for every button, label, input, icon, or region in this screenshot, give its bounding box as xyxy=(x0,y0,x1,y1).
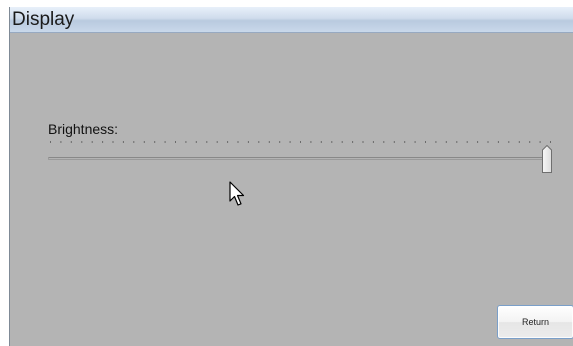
slider-tick xyxy=(331,141,333,143)
slider-tick xyxy=(216,141,218,143)
slider-tick xyxy=(133,141,135,143)
return-button[interactable]: Return xyxy=(497,305,573,339)
window-title: Display xyxy=(12,9,75,30)
slider-tick xyxy=(70,141,72,143)
slider-tick xyxy=(185,141,187,143)
slider-track[interactable] xyxy=(48,157,552,160)
slider-tick xyxy=(154,141,156,143)
slider-tick xyxy=(508,141,510,143)
slider-tick xyxy=(60,141,62,143)
slider-tick xyxy=(352,141,354,143)
slider-tick xyxy=(289,141,291,143)
slider-tick xyxy=(435,141,437,143)
display-settings-window: Display Brightness: Return xyxy=(9,7,573,346)
slider-tick xyxy=(383,141,385,143)
slider-tick xyxy=(300,141,301,143)
slider-tick xyxy=(497,141,499,143)
slider-tick xyxy=(247,141,249,143)
slider-tick xyxy=(164,141,166,143)
slider-ticks xyxy=(50,141,551,143)
slider-tick xyxy=(550,141,551,143)
slider-tick xyxy=(206,141,208,143)
slider-tick xyxy=(195,141,197,143)
slider-tick xyxy=(81,141,83,143)
brightness-label: Brightness: xyxy=(48,121,119,137)
slider-tick xyxy=(529,141,531,143)
slider-tick xyxy=(539,141,541,143)
slider-tick xyxy=(310,141,312,143)
slider-tick xyxy=(258,141,260,143)
slider-tick xyxy=(362,141,364,143)
slider-tick xyxy=(237,141,239,143)
slider-tick xyxy=(404,141,406,143)
slider-tick xyxy=(91,141,93,143)
slider-tick xyxy=(227,141,229,143)
slider-thumb[interactable] xyxy=(542,145,552,173)
slider-tick xyxy=(466,141,468,143)
slider-tick xyxy=(487,141,489,143)
slider-tick xyxy=(320,141,322,143)
slider-tick xyxy=(268,141,270,143)
slider-tick xyxy=(279,141,281,143)
slider-tick xyxy=(425,141,426,143)
mouse-pointer-icon xyxy=(229,181,245,206)
slider-tick xyxy=(122,141,124,143)
brightness-slider[interactable] xyxy=(48,139,552,183)
slider-tick xyxy=(477,141,479,143)
title-bar: Display xyxy=(10,7,573,33)
slider-tick xyxy=(341,141,343,143)
slider-tick xyxy=(50,141,51,143)
slider-tick xyxy=(414,141,416,143)
slider-tick xyxy=(143,141,145,143)
slider-tick xyxy=(456,141,458,143)
slider-tick xyxy=(112,141,114,143)
slider-tick xyxy=(372,141,374,143)
slider-tick xyxy=(175,141,176,143)
slider-tick xyxy=(393,141,395,143)
slider-tick xyxy=(518,141,520,143)
slider-tick xyxy=(102,141,104,143)
slider-tick xyxy=(445,141,447,143)
